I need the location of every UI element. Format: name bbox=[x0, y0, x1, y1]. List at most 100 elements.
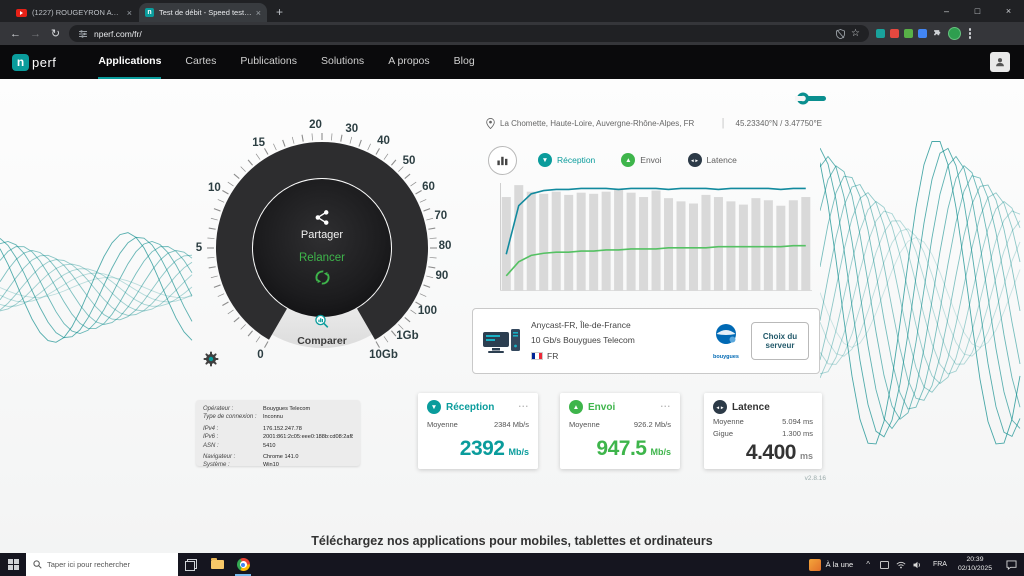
news-weather-icon bbox=[809, 559, 821, 571]
bookmark-star-icon[interactable]: ☆ bbox=[851, 28, 860, 39]
compare-button[interactable]: Comparer bbox=[297, 314, 347, 347]
server-info: Anycast-FR, Île-de-France 10 Gb/s Bouygu… bbox=[531, 318, 635, 364]
start-button[interactable] bbox=[0, 553, 26, 576]
chrome-icon bbox=[237, 558, 250, 571]
info-value: Win10 bbox=[263, 461, 353, 469]
legend-latence[interactable]: ◄►Latence bbox=[688, 153, 737, 167]
card-menu-icon[interactable]: ... bbox=[518, 399, 529, 409]
avg-label: Moyenne bbox=[427, 420, 458, 429]
extension-icon-green[interactable] bbox=[904, 29, 913, 38]
browser-tab-nperf[interactable]: n Test de débit - Speed test : tes... × bbox=[139, 3, 267, 22]
volume-icon[interactable] bbox=[913, 561, 922, 569]
main-nav: Applications Cartes Publications Solutio… bbox=[98, 45, 474, 79]
reception-unit: Mb/s bbox=[508, 447, 529, 457]
action-center-button[interactable] bbox=[998, 553, 1024, 576]
account-button[interactable] bbox=[990, 52, 1010, 72]
location-text: La Chomette, Haute-Loire, Auvergne-Rhône… bbox=[500, 119, 711, 128]
maximize-button[interactable]: □ bbox=[962, 0, 993, 22]
tab-close-icon[interactable]: × bbox=[127, 8, 132, 18]
card-menu-icon[interactable]: ... bbox=[660, 399, 671, 409]
legend-reception[interactable]: ▼Réception bbox=[538, 153, 595, 167]
restart-icon[interactable] bbox=[313, 268, 332, 287]
site-header: n perf Applications Cartes Publications … bbox=[0, 45, 1024, 79]
bouygues-logo: bouygues bbox=[711, 322, 741, 361]
windows-taskbar: Taper ici pour rechercher À la une ^ FRA… bbox=[0, 553, 1024, 576]
gauge-label: 40 bbox=[377, 135, 390, 147]
tab-close-icon[interactable]: × bbox=[256, 8, 261, 18]
chrome-taskbar-button[interactable] bbox=[230, 553, 256, 576]
browser-menu-icon[interactable] bbox=[966, 28, 974, 38]
choose-server-button[interactable]: Choix du serveur bbox=[751, 322, 809, 360]
info-value: Inconnu bbox=[263, 413, 353, 421]
gauge-label: 90 bbox=[435, 270, 448, 282]
gauge-label: 10 bbox=[208, 182, 221, 194]
envoi-card: ▲ Envoi ... Moyenne926.2 Mb/s 947.5Mb/s bbox=[560, 393, 680, 469]
tab-title: (1227) ROUGEYRON ATOMISE... bbox=[32, 8, 123, 17]
device-icon[interactable] bbox=[880, 561, 889, 569]
news-label: À la une bbox=[826, 560, 854, 569]
info-value: 2001:861:2c05:eee0:188b:cd08:2af8:f5 bbox=[263, 433, 353, 441]
share-button[interactable]: Partager bbox=[301, 229, 343, 241]
share-icon[interactable] bbox=[314, 209, 331, 226]
minimize-button[interactable]: – bbox=[931, 0, 962, 22]
info-value: Chrome 141.0 bbox=[263, 453, 353, 461]
task-view-button[interactable] bbox=[178, 553, 204, 576]
download-apps-text: Téléchargez nos applications pour mobile… bbox=[0, 534, 1024, 548]
gauge-label: 20 bbox=[309, 119, 322, 131]
settings-gear-icon[interactable] bbox=[203, 351, 219, 372]
back-icon[interactable]: ← bbox=[9, 28, 22, 40]
new-tab-button[interactable]: + bbox=[276, 5, 283, 19]
taskbar-clock[interactable]: 20:39 02/10/2025 bbox=[952, 556, 998, 574]
speed-gauge: 0 5 10 15 20 30 40 50 60 70 80 90 100 1G… bbox=[187, 113, 457, 383]
nperf-logo-icon[interactable]: n bbox=[12, 54, 29, 71]
france-flag-icon bbox=[531, 352, 543, 360]
nav-applications[interactable]: Applications bbox=[98, 45, 161, 79]
restart-button[interactable]: Relancer bbox=[299, 252, 345, 264]
file-explorer-button[interactable] bbox=[204, 553, 230, 576]
chart-type-button[interactable] bbox=[488, 146, 517, 175]
info-label: ASN : bbox=[203, 442, 263, 450]
browser-toolbar: ← → ↻ nperf.com/fr/ ☆ bbox=[0, 22, 1024, 45]
forward-icon[interactable]: → bbox=[29, 28, 42, 40]
gauge-label: 30 bbox=[345, 123, 358, 135]
puzzle-extensions-icon[interactable] bbox=[932, 28, 943, 39]
nperf-logo-text[interactable]: perf bbox=[32, 55, 56, 70]
legend-envoi[interactable]: ▲Envoi bbox=[621, 153, 661, 167]
clock-date: 02/10/2025 bbox=[958, 565, 992, 574]
speed-chart bbox=[500, 183, 812, 291]
tray-expand-icon[interactable]: ^ bbox=[862, 560, 874, 569]
server-icon bbox=[483, 326, 521, 356]
nav-blog[interactable]: Blog bbox=[454, 45, 475, 79]
gauge-label: 15 bbox=[252, 137, 265, 149]
envoi-unit: Mb/s bbox=[650, 447, 671, 457]
close-button[interactable]: × bbox=[993, 0, 1024, 22]
folder-icon bbox=[211, 560, 224, 569]
nav-publications[interactable]: Publications bbox=[240, 45, 297, 79]
upload-arrow-icon: ▲ bbox=[569, 400, 583, 414]
news-widget[interactable]: À la une bbox=[800, 553, 863, 576]
user-icon bbox=[994, 56, 1006, 68]
download-arrow-icon: ▼ bbox=[538, 153, 552, 167]
gauge-label: 70 bbox=[434, 210, 447, 222]
task-view-icon bbox=[185, 559, 197, 571]
browser-tab-youtube[interactable]: (1227) ROUGEYRON ATOMISE... × bbox=[10, 3, 138, 22]
network-icon[interactable] bbox=[896, 561, 906, 569]
language-indicator[interactable]: FRA bbox=[928, 561, 952, 568]
taskbar-search-input[interactable]: Taper ici pour rechercher bbox=[26, 553, 178, 576]
address-bar[interactable]: nperf.com/fr/ ☆ bbox=[69, 25, 869, 42]
extension-icon-red[interactable] bbox=[890, 29, 899, 38]
app-version: v2.8.16 bbox=[776, 475, 826, 482]
youtube-favicon bbox=[16, 9, 27, 17]
avg-value: 5.094 ms bbox=[782, 417, 813, 426]
search-placeholder: Taper ici pour rechercher bbox=[47, 560, 130, 569]
refresh-icon[interactable]: ↻ bbox=[49, 27, 62, 40]
nav-apropos[interactable]: A propos bbox=[388, 45, 429, 79]
profile-avatar[interactable] bbox=[948, 27, 961, 40]
nav-cartes[interactable]: Cartes bbox=[185, 45, 216, 79]
extension-icon-teal[interactable] bbox=[876, 29, 885, 38]
extension-icon-blue[interactable] bbox=[918, 29, 927, 38]
latency-arrows-icon: ◄► bbox=[713, 400, 727, 414]
gauge-label: 60 bbox=[422, 181, 435, 193]
nav-solutions[interactable]: Solutions bbox=[321, 45, 364, 79]
server-name: Anycast-FR, Île-de-France bbox=[531, 318, 635, 333]
